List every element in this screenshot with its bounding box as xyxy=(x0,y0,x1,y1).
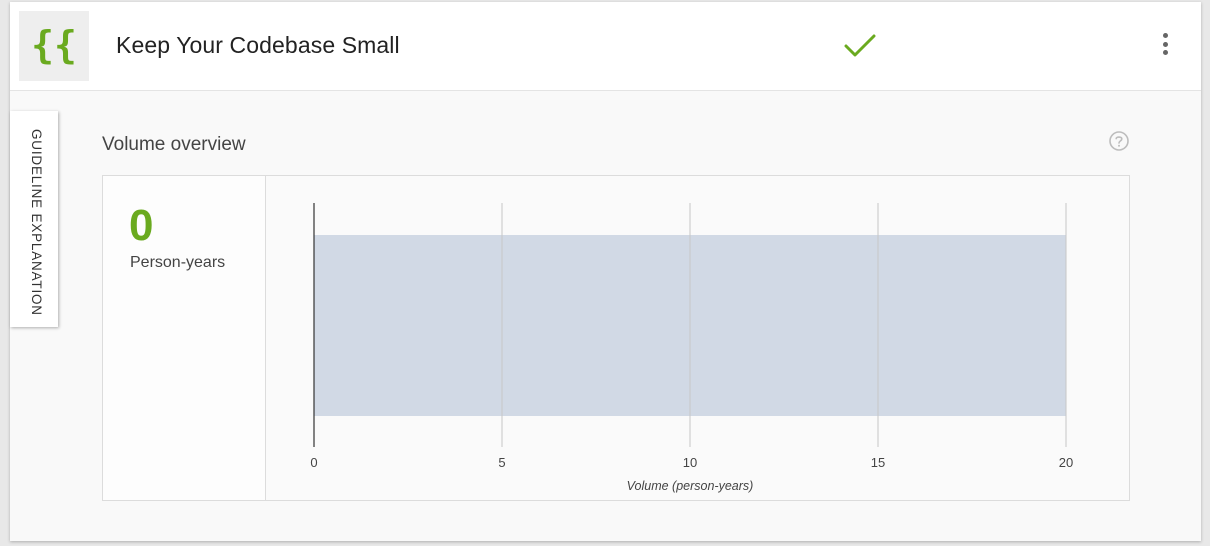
more-vertical-icon[interactable] xyxy=(1159,33,1171,59)
section-title: Volume overview xyxy=(102,134,246,155)
guideline-explanation-label: GUIDELINE EXPLANATION xyxy=(29,129,44,316)
page-title: Keep Your Codebase Small xyxy=(116,32,400,58)
curly-braces-icon: {{ xyxy=(19,11,89,81)
volume-kpi: 0 Person-years xyxy=(103,176,266,500)
chart-tick-label: 0 xyxy=(310,455,317,470)
svg-text:{{: {{ xyxy=(34,24,74,67)
chart-x-axis-label: Volume (person-years) xyxy=(627,479,754,493)
chart-tick-label: 15 xyxy=(871,455,885,470)
checkmark-icon xyxy=(844,34,876,57)
kpi-unit: Person-years xyxy=(130,254,226,271)
help-circle-icon[interactable] xyxy=(1108,130,1130,152)
chart-tick-label: 20 xyxy=(1059,455,1073,470)
chart-tick-label: 10 xyxy=(683,455,697,470)
volume-overview-panel: 0 Person-years 0 5 10 15 20 Volume (person-ye… xyxy=(102,175,1130,501)
guideline-card: {{ Keep Your Codebase Small GUIDELINE EX… xyxy=(10,2,1201,541)
kpi-value: 0 xyxy=(129,201,154,250)
chart-tick-label: 5 xyxy=(498,455,505,470)
guideline-explanation-tab[interactable]: GUIDELINE EXPLANATION xyxy=(10,111,58,327)
volume-chart: 0 5 10 15 20 Volume (person-years) xyxy=(310,203,1073,493)
card-header: {{ Keep Your Codebase Small xyxy=(10,2,1201,91)
